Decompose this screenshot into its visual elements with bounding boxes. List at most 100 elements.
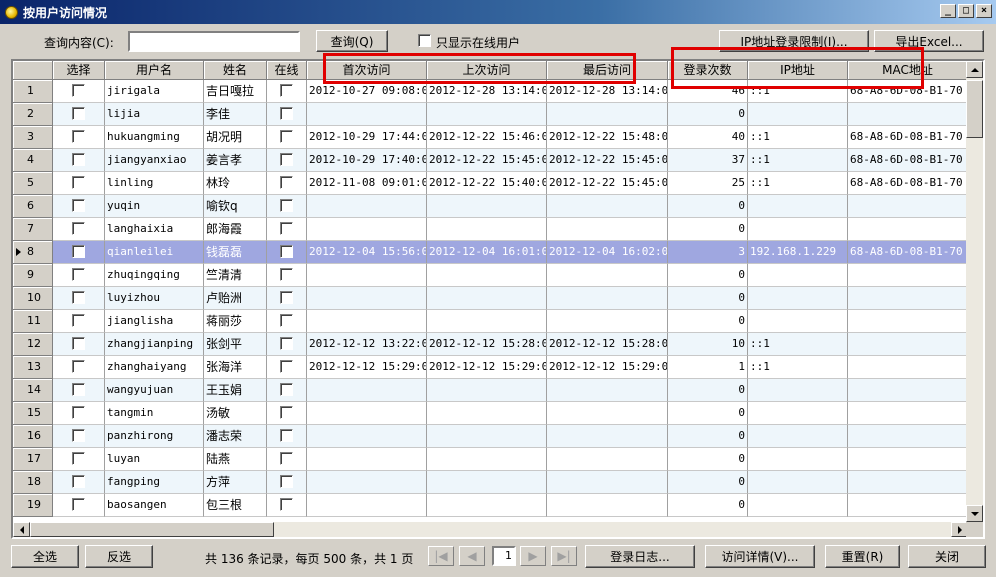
checkbox-box[interactable] [280,221,293,235]
checkbox-box[interactable] [72,290,85,304]
first-page-button[interactable]: |◀ [428,546,454,566]
checkbox-box[interactable] [72,221,85,235]
checkbox-box[interactable] [280,451,293,465]
checkbox-box[interactable] [280,313,293,327]
row-select-checkbox[interactable] [53,195,105,218]
invert-selection-button[interactable]: 反选 [85,545,153,568]
table-row[interactable]: 13 zhanghaiyang 张海洋 2012-12-12 15:29:00 2012… [13,356,968,379]
table-row[interactable]: 16 panzhirong 潘志荣 0 [13,425,968,448]
header-select[interactable]: 选择 [53,61,105,80]
row-online-checkbox[interactable] [267,494,307,517]
row-online-checkbox[interactable] [267,425,307,448]
close-button[interactable]: × [976,4,992,18]
row-select-checkbox[interactable] [53,494,105,517]
row-online-checkbox[interactable] [267,126,307,149]
table-row[interactable]: 5 linling 林玲 2012-11-08 09:01:00 2012-12-22 … [13,172,968,195]
header-mac[interactable]: MAC地址 [848,61,968,80]
table-row[interactable]: 19 baosangen 包三根 0 [13,494,968,517]
online-only-checkbox[interactable] [418,34,431,50]
checkbox-box[interactable] [72,451,85,465]
user-access-grid[interactable]: 选择 用户名 姓名 在线 首次访问 上次访问 最后访问 登录次数 IP地址 MA… [11,59,985,539]
login-log-button[interactable]: 登录日志... [585,545,695,568]
checkbox-box[interactable] [280,175,293,189]
table-row[interactable]: 2 lijia 李佳 0 [13,103,968,126]
table-row[interactable]: 3 hukuangming 胡况明 2012-10-29 17:44:00 2012-1… [13,126,968,149]
checkbox-box[interactable] [72,129,85,143]
table-row[interactable]: 8 qianleilei 钱磊磊 2012-12-04 15:56:00 2012-12… [13,241,968,264]
table-row[interactable]: 6 yuqin 喻钦q 0 [13,195,968,218]
query-button[interactable]: 查询(Q) [316,30,388,52]
table-row[interactable]: 12 zhangjianping 张剑平 2012-12-12 13:22:00 201… [13,333,968,356]
next-page-button[interactable]: ▶ [520,546,546,566]
prev-page-button[interactable]: ◀ [459,546,485,566]
reset-button[interactable]: 重置(R) [825,545,900,568]
checkbox-box[interactable] [280,244,293,258]
row-select-checkbox[interactable] [53,356,105,379]
checkbox-box[interactable] [280,497,293,511]
row-select-checkbox[interactable] [53,333,105,356]
row-select-checkbox[interactable] [53,287,105,310]
checkbox-box[interactable] [72,198,85,212]
row-online-checkbox[interactable] [267,402,307,425]
row-select-checkbox[interactable] [53,310,105,333]
table-row[interactable]: 15 tangmin 汤敏 0 [13,402,968,425]
checkbox-box[interactable] [280,106,293,120]
visit-detail-button[interactable]: 访问详情(V)... [705,545,815,568]
header-username[interactable]: 用户名 [105,61,204,80]
row-online-checkbox[interactable] [267,379,307,402]
checkbox-box[interactable] [280,405,293,419]
row-online-checkbox[interactable] [267,333,307,356]
row-online-checkbox[interactable] [267,310,307,333]
table-row[interactable]: 11 jianglisha 蒋丽莎 0 [13,310,968,333]
checkbox-box[interactable] [280,152,293,166]
table-row[interactable]: 1 jirigala 吉日嘎拉 2012-10-27 09:08:00 2012-12-… [13,80,968,103]
row-online-checkbox[interactable] [267,356,307,379]
row-online-checkbox[interactable] [267,471,307,494]
row-select-checkbox[interactable] [53,172,105,195]
close-window-button[interactable]: 关闭 [908,545,986,568]
row-online-checkbox[interactable] [267,241,307,264]
table-row[interactable]: 14 wangyujuan 王玉娟 0 [13,379,968,402]
table-row[interactable]: 17 luyan 陆燕 0 [13,448,968,471]
row-online-checkbox[interactable] [267,149,307,172]
row-online-checkbox[interactable] [267,103,307,126]
checkbox-box[interactable] [280,198,293,212]
page-number-input[interactable]: 1 [492,546,516,566]
checkbox-box[interactable] [72,83,85,97]
row-select-checkbox[interactable] [53,149,105,172]
checkbox-box[interactable] [72,382,85,396]
row-select-checkbox[interactable] [53,402,105,425]
row-select-checkbox[interactable] [53,448,105,471]
table-row[interactable]: 9 zhuqingqing 竺清清 0 [13,264,968,287]
row-select-checkbox[interactable] [53,379,105,402]
checkbox-box[interactable] [280,336,293,350]
header-online[interactable]: 在线 [267,61,307,80]
checkbox-box[interactable] [280,428,293,442]
checkbox-box[interactable] [72,313,85,327]
scroll-up-button[interactable] [966,61,983,78]
minimize-button[interactable]: _ [940,4,956,18]
header-last-visit[interactable]: 上次访问 [427,61,547,80]
row-online-checkbox[interactable] [267,172,307,195]
header-login-count[interactable]: 登录次数 [668,61,748,80]
header-final-visit[interactable]: 最后访问 [547,61,668,80]
export-excel-button[interactable]: 导出Excel... [874,30,984,52]
select-all-button[interactable]: 全选 [11,545,79,568]
row-online-checkbox[interactable] [267,80,307,103]
row-online-checkbox[interactable] [267,287,307,310]
row-online-checkbox[interactable] [267,195,307,218]
row-online-checkbox[interactable] [267,218,307,241]
row-select-checkbox[interactable] [53,103,105,126]
checkbox-box[interactable] [72,497,85,511]
row-select-checkbox[interactable] [53,218,105,241]
checkbox-box[interactable] [72,175,85,189]
last-page-button[interactable]: ▶| [551,546,577,566]
vertical-scrollbar[interactable] [966,61,983,522]
row-select-checkbox[interactable] [53,126,105,149]
checkbox-box[interactable] [280,382,293,396]
checkbox-box[interactable] [280,83,293,97]
checkbox-box[interactable] [72,428,85,442]
checkbox-box[interactable] [280,129,293,143]
table-row[interactable]: 10 luyizhou 卢贻洲 0 [13,287,968,310]
table-row[interactable]: 7 langhaixia 郎海霞 0 [13,218,968,241]
